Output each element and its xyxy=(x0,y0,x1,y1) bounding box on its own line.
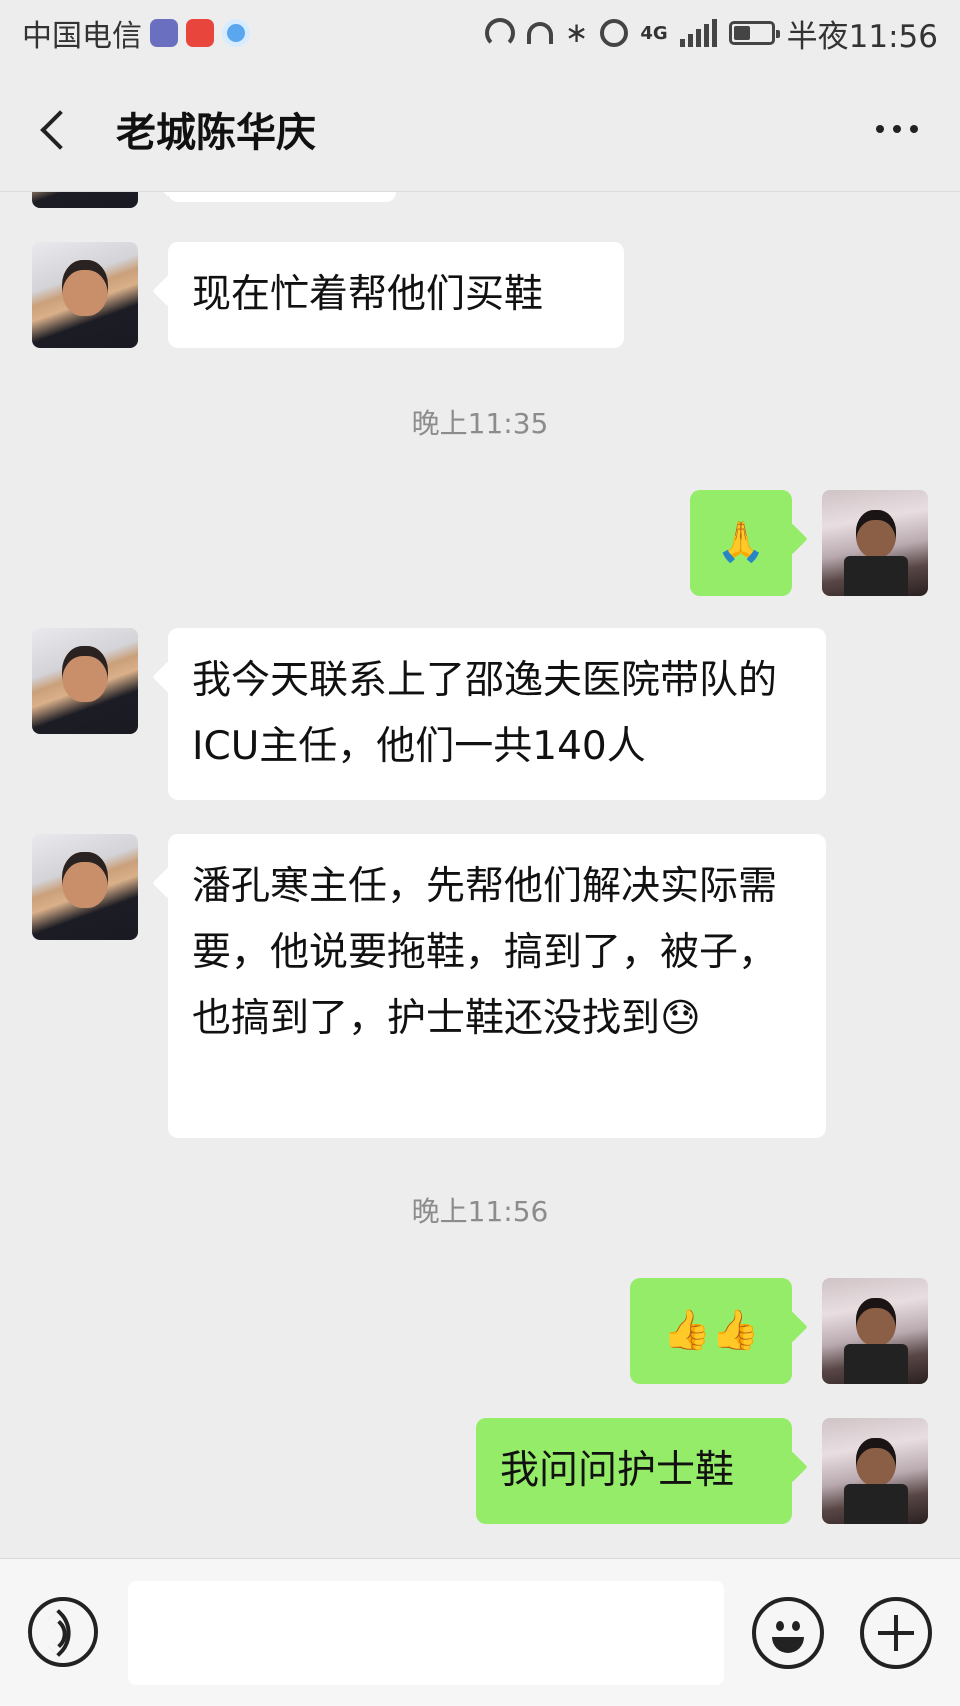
avatar[interactable] xyxy=(822,1278,928,1384)
hotspot-icon xyxy=(484,18,515,48)
avatar[interactable] xyxy=(32,192,138,208)
message-text: 🙏 xyxy=(716,520,766,565)
message-bubble[interactable]: 我今天联系上了邵逸夫医院带队的ICU主任，他们一共140人 xyxy=(168,628,826,800)
headset-icon xyxy=(526,22,553,44)
message-bubble[interactable]: 潘孔寒主任，先帮他们解决实际需要，他说要拖鞋，搞到了，被子，也搞到了，护士鞋还没… xyxy=(168,834,826,1138)
alarm-icon xyxy=(600,19,629,47)
message-bubble[interactable]: 我问问护士鞋 xyxy=(476,1418,792,1524)
more-options-button[interactable] xyxy=(862,99,932,159)
message-bubble-partial[interactable] xyxy=(168,192,396,202)
shield-app-icon xyxy=(150,19,178,47)
voice-input-button[interactable] xyxy=(28,1597,98,1667)
chat-header: 老城陈华庆 xyxy=(0,66,960,192)
avatar[interactable] xyxy=(822,490,928,596)
more-dots-icon xyxy=(876,124,884,133)
clock: 半夜11:56 xyxy=(786,18,938,55)
network-type-label: 4G xyxy=(640,22,668,44)
input-bar xyxy=(0,1558,960,1706)
timestamp: 晚上11:35 xyxy=(411,407,549,440)
message-input[interactable] xyxy=(128,1581,724,1685)
message-text: 我问问护士鞋 xyxy=(500,1448,735,1493)
back-button[interactable] xyxy=(18,84,108,174)
more-functions-button[interactable] xyxy=(860,1597,932,1669)
message-list[interactable]: 现在忙着帮他们买鞋 晚上11:35 🙏 我今天联系上了邵逸夫医院带队的ICU主任… xyxy=(0,192,960,1558)
message-text: 潘孔寒主任，先帮他们解决实际需要，他说要拖鞋，搞到了，被子，也搞到了，护士鞋还没… xyxy=(192,864,778,1041)
carrier-label: 中国电信 xyxy=(22,19,142,54)
emoji-button[interactable] xyxy=(752,1597,824,1669)
avatar[interactable] xyxy=(822,1418,928,1524)
message-text: 👍👍 xyxy=(662,1308,760,1353)
avatar[interactable] xyxy=(32,834,138,940)
avatar[interactable] xyxy=(32,628,138,734)
emoji-icon xyxy=(776,1621,784,1631)
message-bubble[interactable]: 👍👍 xyxy=(630,1278,792,1384)
battery-icon xyxy=(728,21,780,45)
status-bar: 中国电信 ∗ 4G 半夜11:56 xyxy=(0,0,960,66)
news-app-icon xyxy=(186,19,214,47)
chat-title: 老城陈华庆 xyxy=(116,109,316,156)
signal-icon xyxy=(679,19,717,47)
message-text: 现在忙着帮他们买鞋 xyxy=(192,272,544,317)
message-bubble[interactable]: 🙏 xyxy=(690,490,792,596)
browser-app-icon xyxy=(222,19,250,47)
message-text: 我今天联系上了邵逸夫医院带队的ICU主任，他们一共140人 xyxy=(192,658,778,769)
timestamp: 晚上11:56 xyxy=(411,1195,549,1228)
message-bubble[interactable]: 现在忙着帮他们买鞋 xyxy=(168,242,624,348)
bluetooth-icon: ∗ xyxy=(564,16,589,49)
avatar[interactable] xyxy=(32,242,138,348)
